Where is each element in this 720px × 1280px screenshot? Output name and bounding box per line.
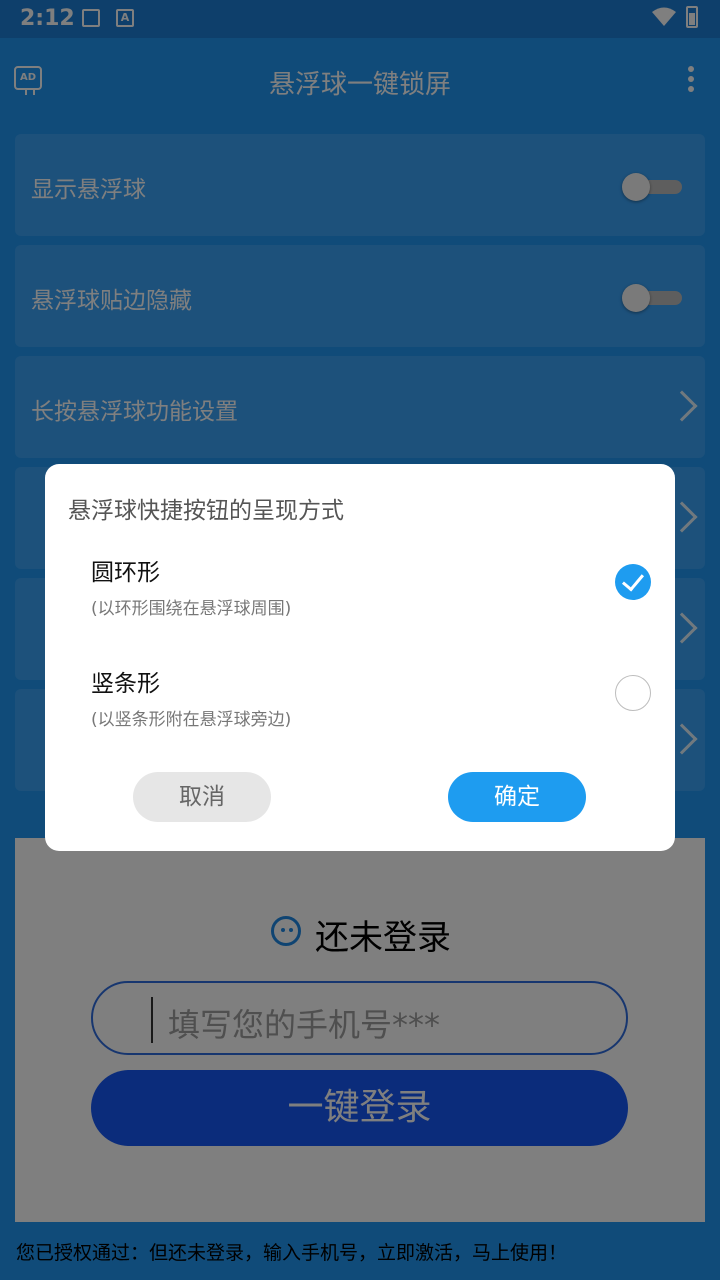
option-ring[interactable]: 圆环形 (以环形围绕在悬浮球周围) xyxy=(45,550,675,640)
option-label: 竖条形 xyxy=(91,671,160,697)
option-description: (以环形围绕在悬浮球周围) xyxy=(91,599,292,619)
option-label: 圆环形 xyxy=(91,560,160,586)
radio-checked-icon[interactable] xyxy=(615,564,651,600)
cancel-button[interactable]: 取消 xyxy=(133,772,271,822)
confirm-button[interactable]: 确定 xyxy=(448,772,586,822)
radio-unchecked-icon[interactable] xyxy=(615,675,651,711)
dialog-title: 悬浮球快捷按钮的呈现方式 xyxy=(68,498,344,524)
style-dialog: 悬浮球快捷按钮的呈现方式 圆环形 (以环形围绕在悬浮球周围) 竖条形 (以竖条形… xyxy=(45,464,675,851)
option-bar[interactable]: 竖条形 (以竖条形附在悬浮球旁边) xyxy=(45,661,675,751)
option-description: (以竖条形附在悬浮球旁边) xyxy=(91,710,292,730)
